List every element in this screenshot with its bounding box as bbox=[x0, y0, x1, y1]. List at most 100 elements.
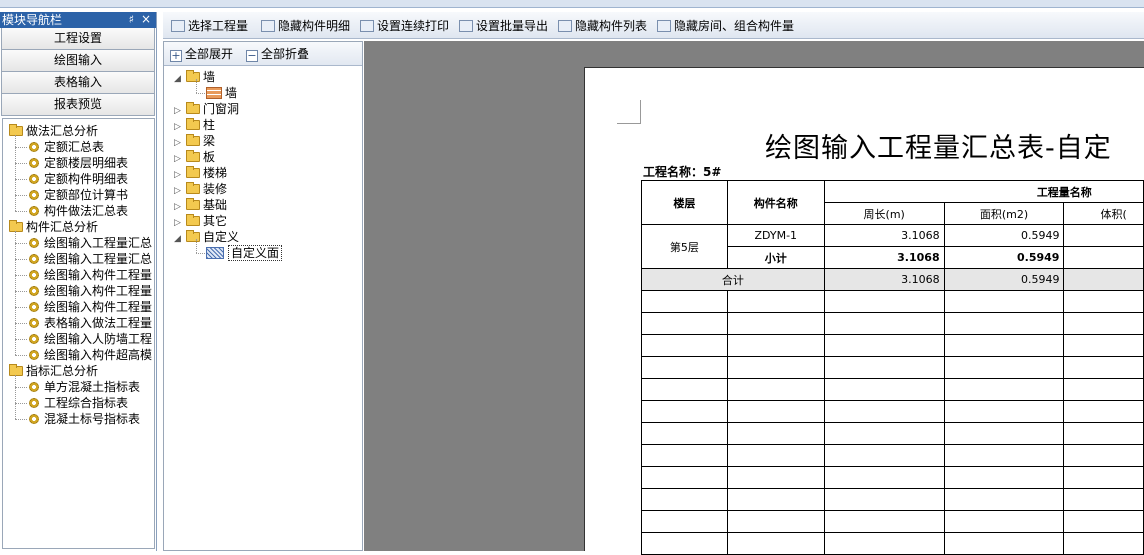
tree-connector bbox=[15, 231, 16, 355]
toolbar-button-4[interactable]: 设置批量导出 bbox=[459, 17, 548, 35]
report-toolbar: 选择工程量 隐藏构件明细 设置连续打印 设置批量导出 隐藏构件列表 隐藏房间、组合构件量 bbox=[163, 12, 1144, 39]
table-row bbox=[641, 532, 1144, 555]
tree-connector bbox=[15, 339, 27, 340]
cell-perimeter: 3.1068 bbox=[823, 224, 945, 247]
table-cell bbox=[943, 400, 1065, 423]
module-navigation-panel: 模块导航栏 ♯ × 工程设置 绘图输入 表格输入 报表预览 做法汇总分析 定额汇总… bbox=[0, 12, 157, 551]
close-icon[interactable]: × bbox=[141, 11, 151, 27]
collapse-arrow-icon[interactable]: ◢ bbox=[174, 231, 184, 247]
table-cell bbox=[943, 488, 1065, 511]
tree-report-item[interactable]: 单方混凝土指标表 bbox=[29, 379, 140, 395]
report-icon bbox=[29, 270, 39, 280]
tree-group[interactable]: 构件汇总分析 bbox=[9, 219, 98, 235]
toolbar-button-6[interactable]: 隐藏房间、组合构件量 bbox=[657, 17, 794, 35]
tree-report-item[interactable]: 定额楼层明细表 bbox=[29, 155, 128, 171]
tree-report-item[interactable]: 构件做法汇总表 bbox=[29, 203, 128, 219]
tree-node[interactable]: ▷ 梁 bbox=[174, 133, 215, 149]
toolbar-button-2[interactable]: 隐藏构件明细 bbox=[261, 17, 350, 35]
nav-button-table-input[interactable]: 表格输入 bbox=[1, 72, 155, 94]
toolbar-button-1[interactable]: 选择工程量 bbox=[171, 17, 248, 35]
pin-icon[interactable]: ♯ bbox=[129, 12, 134, 28]
folder-icon bbox=[186, 102, 200, 114]
tree-connector bbox=[15, 135, 16, 211]
table-cell bbox=[1063, 378, 1144, 401]
table-cell bbox=[726, 334, 825, 357]
tree-report-item[interactable]: 定额构件明细表 bbox=[29, 171, 128, 187]
toolbar-button-label: 隐藏构件列表 bbox=[575, 19, 648, 33]
tree-node[interactable]: ◢ 墙 bbox=[174, 69, 215, 85]
table-row bbox=[641, 466, 1144, 489]
expand-all-button[interactable]: + 全部展开 bbox=[170, 46, 233, 62]
header-component: 构件名称 bbox=[726, 180, 825, 225]
table-cell bbox=[726, 312, 825, 335]
tree-node[interactable]: ▷ 板 bbox=[174, 149, 215, 165]
tree-report-item[interactable]: 绘图输入构件工程量 bbox=[29, 299, 152, 315]
table-row bbox=[641, 444, 1144, 467]
tree-report-item[interactable]: 绘图输入构件工程量 bbox=[29, 283, 152, 299]
table-cell bbox=[641, 444, 728, 467]
toolbar-button-label: 隐藏房间、组合构件量 bbox=[674, 19, 795, 33]
tree-group[interactable]: 指标汇总分析 bbox=[9, 363, 98, 379]
table-cell bbox=[641, 422, 728, 445]
tree-report-item[interactable]: 定额汇总表 bbox=[29, 139, 104, 155]
tree-report-item[interactable]: 表格输入做法工程量 bbox=[29, 315, 152, 331]
nav-button-report-preview[interactable]: 报表预览 bbox=[1, 94, 155, 116]
tree-report-item[interactable]: 绘图输入工程量汇总 bbox=[29, 235, 152, 251]
tree-report-item[interactable]: 绘图输入工程量汇总 bbox=[29, 251, 152, 267]
table-cell bbox=[641, 466, 728, 489]
tree-leaf[interactable]: 墙 bbox=[206, 85, 237, 101]
report-icon bbox=[29, 350, 39, 360]
table-cell bbox=[641, 378, 728, 401]
table-cell bbox=[1063, 488, 1144, 511]
tree-connector bbox=[15, 179, 27, 180]
tree-node[interactable]: ▷ 其它 bbox=[174, 213, 227, 229]
crop-mark bbox=[617, 100, 641, 124]
table-cell bbox=[1063, 334, 1144, 357]
table-cell bbox=[641, 356, 728, 379]
tree-leaf[interactable]: 自定义面 bbox=[206, 245, 283, 261]
nav-button-project-settings[interactable]: 工程设置 bbox=[1, 28, 155, 50]
table-cell bbox=[823, 334, 945, 357]
tree-node[interactable]: ▷ 装修 bbox=[174, 181, 227, 197]
toolbar-button-3[interactable]: 设置连续打印 bbox=[360, 17, 449, 35]
tree-report-item[interactable]: 工程综合指标表 bbox=[29, 395, 128, 411]
header-floor: 楼层 bbox=[641, 180, 728, 225]
table-cell bbox=[641, 290, 728, 313]
report-icon bbox=[29, 254, 39, 264]
collapse-all-button[interactable]: − 全部折叠 bbox=[246, 46, 309, 62]
tree-report-item[interactable]: 绘图输入构件超高模 bbox=[29, 347, 152, 363]
tree-report-item[interactable]: 绘图输入人防墙工程 bbox=[29, 331, 152, 347]
tree-report-item[interactable]: 定额部位计算书 bbox=[29, 187, 128, 203]
tree-node[interactable]: ◢ 自定义 bbox=[174, 229, 239, 245]
folder-icon bbox=[186, 198, 200, 210]
toolbar-button-label: 设置连续打印 bbox=[377, 19, 450, 33]
nav-button-drawing-input[interactable]: 绘图输入 bbox=[1, 50, 155, 72]
tree-group[interactable]: 做法汇总分析 bbox=[9, 123, 98, 139]
tree-connector bbox=[15, 195, 27, 196]
table-cell bbox=[823, 290, 945, 313]
folder-icon bbox=[186, 118, 200, 130]
table-cell bbox=[726, 356, 825, 379]
tree-report-label: 绘图输入构件工程量 bbox=[44, 284, 153, 298]
table-cell bbox=[943, 378, 1065, 401]
tree-node[interactable]: ▷ 柱 bbox=[174, 117, 215, 133]
report-icon bbox=[29, 158, 39, 168]
tree-node[interactable]: ▷ 门窗洞 bbox=[174, 101, 239, 117]
table-cell bbox=[1063, 290, 1144, 313]
table-cell bbox=[726, 400, 825, 423]
toolbar-button-5[interactable]: 隐藏构件列表 bbox=[558, 17, 647, 35]
folder-icon bbox=[9, 220, 23, 232]
collapse-arrow-icon[interactable]: ◢ bbox=[174, 71, 184, 87]
tree-report-label: 定额楼层明细表 bbox=[44, 156, 129, 170]
tree-report-item[interactable]: 绘图输入构件工程量 bbox=[29, 267, 152, 283]
table-cell bbox=[641, 312, 728, 335]
tree-report-item[interactable]: 混凝土标号指标表 bbox=[29, 411, 140, 427]
report-page: 绘图输入工程量汇总表-自定 工程名称：5# 楼层 构件名称 工程量名称 周长(m… bbox=[584, 67, 1144, 555]
folder-icon bbox=[186, 230, 200, 242]
tree-node[interactable]: ▷ 基础 bbox=[174, 197, 227, 213]
table-cell bbox=[943, 356, 1065, 379]
tree-report-label: 绘图输入工程量汇总 bbox=[44, 252, 153, 266]
tree-node[interactable]: ▷ 楼梯 bbox=[174, 165, 227, 181]
header-quantity-name: 工程量名称 bbox=[823, 180, 1144, 203]
table-cell bbox=[1063, 312, 1144, 335]
